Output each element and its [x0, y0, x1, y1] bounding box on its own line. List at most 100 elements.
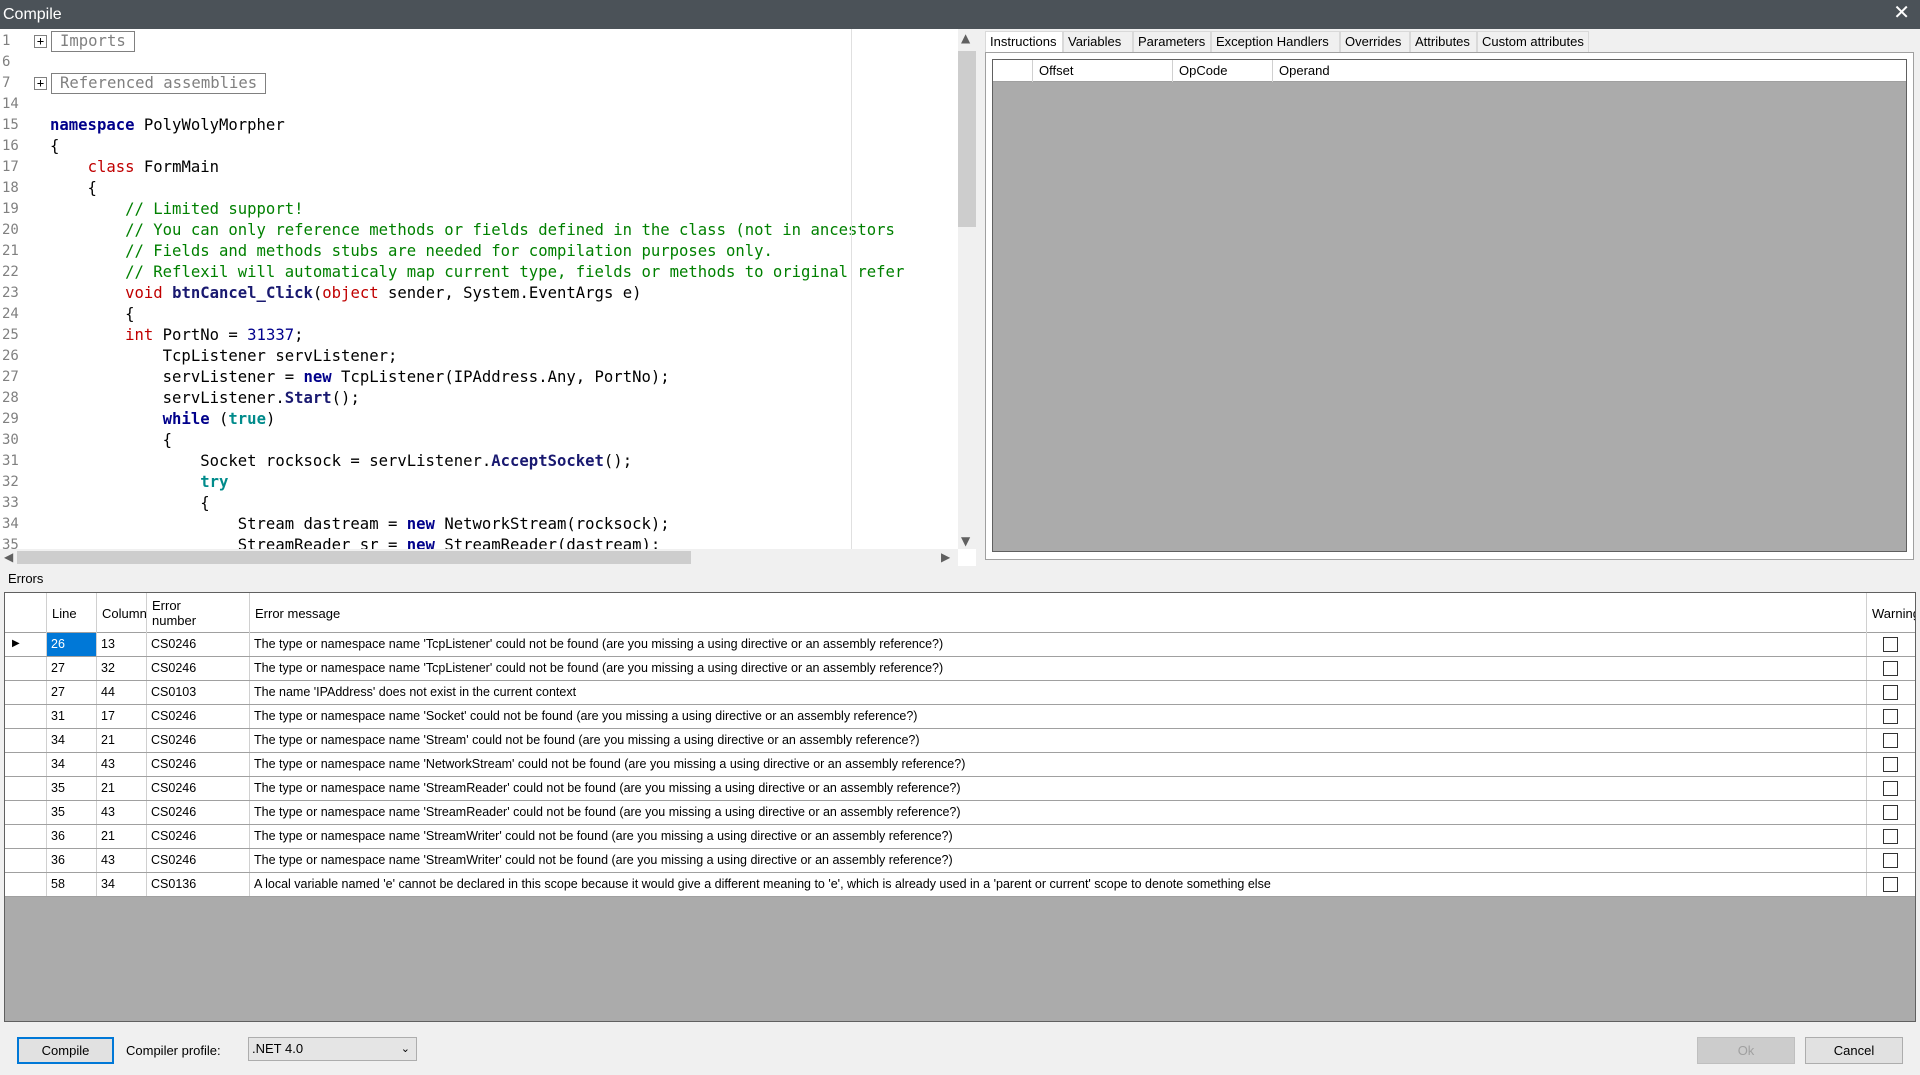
error-line-cell[interactable]: 36 [47, 849, 97, 872]
error-message-cell[interactable]: The type or namespace name 'NetworkStrea… [250, 753, 1867, 776]
code-line[interactable]: { [50, 304, 134, 325]
warning-checkbox[interactable] [1883, 805, 1898, 820]
error-row-header[interactable] [5, 801, 47, 824]
errors-column-line[interactable]: Line [47, 593, 97, 633]
warning-checkbox[interactable] [1883, 853, 1898, 868]
code-line[interactable]: { [50, 178, 97, 199]
error-number-cell[interactable]: CS0246 [147, 705, 250, 728]
error-line-cell[interactable]: 27 [47, 657, 97, 680]
error-row-header[interactable] [5, 825, 47, 848]
code-line[interactable]: // Reflexil will automaticaly map curren… [50, 262, 904, 283]
fold-expand-icon[interactable]: + [34, 35, 47, 48]
error-number-cell[interactable]: CS0246 [147, 777, 250, 800]
scroll-left-arrow-icon[interactable]: ◀ [4, 550, 13, 564]
error-row[interactable]: 31 17 CS0246 The type or namespace name 'So… [5, 705, 1915, 729]
error-column-cell[interactable]: 43 [97, 801, 147, 824]
error-row[interactable]: 35 43 CS0246 The type or namespace name 'St… [5, 801, 1915, 825]
tab-parameters[interactable]: Parameters [1133, 31, 1211, 53]
error-message-cell[interactable]: A local variable named 'e' cannot be dec… [250, 873, 1867, 896]
error-message-cell[interactable]: The type or namespace name 'StreamReader… [250, 777, 1867, 800]
tab-variables[interactable]: Variables [1063, 31, 1133, 53]
error-line-cell[interactable]: 27 [47, 681, 97, 704]
cancel-button[interactable]: Cancel [1805, 1037, 1903, 1064]
errors-column-message[interactable]: Error message [250, 593, 1867, 633]
error-row[interactable]: ▶ 26 13 CS0246 The type or namespace name 'T… [5, 633, 1915, 657]
code-line[interactable]: Socket rocksock = servListener.AcceptSoc… [50, 451, 632, 472]
error-message-cell[interactable]: The type or namespace name 'Socket' coul… [250, 705, 1867, 728]
error-column-cell[interactable]: 44 [97, 681, 147, 704]
error-message-cell[interactable]: The type or namespace name 'StreamWriter… [250, 849, 1867, 872]
error-row[interactable]: 27 32 CS0246 The type or namespace name 'Tc… [5, 657, 1915, 681]
close-button[interactable]: ✕ [1893, 0, 1910, 27]
warning-checkbox[interactable] [1883, 733, 1898, 748]
error-row[interactable]: 27 44 CS0103 The name 'IPAddress' does not … [5, 681, 1915, 705]
tab-attributes[interactable]: Attributes [1410, 31, 1477, 53]
error-number-cell[interactable]: CS0246 [147, 825, 250, 848]
code-line[interactable]: { [50, 493, 209, 514]
code-line[interactable]: Stream dastream = new NetworkStream(rock… [50, 514, 670, 535]
error-column-cell[interactable]: 21 [97, 729, 147, 752]
error-row-header[interactable] [5, 777, 47, 800]
code-line[interactable]: servListener = new TcpListener(IPAddress… [50, 367, 670, 388]
warning-checkbox[interactable] [1883, 637, 1898, 652]
error-number-cell[interactable]: CS0246 [147, 753, 250, 776]
code-line[interactable]: { [50, 136, 59, 157]
code-line[interactable]: // You can only reference methods or fie… [50, 220, 895, 241]
code-line[interactable]: try [50, 472, 228, 493]
error-row-header[interactable] [5, 753, 47, 776]
warning-checkbox[interactable] [1883, 877, 1898, 892]
code-line[interactable]: void btnCancel_Click(object sender, Syst… [50, 283, 641, 304]
errors-column-column[interactable]: Column [97, 593, 147, 633]
error-column-cell[interactable]: 21 [97, 777, 147, 800]
code-editor[interactable]: 1 6 7 14 15 16 17 18 19 20 21 22 23 24 25 26 27 28 29 30 31 3… [0, 29, 976, 566]
error-row-header[interactable] [5, 633, 47, 656]
error-number-cell[interactable]: CS0136 [147, 873, 250, 896]
error-message-cell[interactable]: The type or namespace name 'TcpListener'… [250, 657, 1867, 680]
error-message-cell[interactable]: The type or namespace name 'StreamReader… [250, 801, 1867, 824]
error-column-cell[interactable]: 43 [97, 849, 147, 872]
error-column-cell[interactable]: 32 [97, 657, 147, 680]
warning-checkbox[interactable] [1883, 685, 1898, 700]
scroll-up-arrow-icon[interactable]: ▲ [961, 31, 970, 45]
error-number-cell[interactable]: CS0246 [147, 801, 250, 824]
error-line-cell[interactable]: 35 [47, 801, 97, 824]
il-column-operand[interactable]: Operand [1273, 60, 1906, 82]
fold-expand-icon[interactable]: + [34, 77, 47, 90]
error-column-cell[interactable]: 21 [97, 825, 147, 848]
error-row[interactable]: 34 43 CS0246 The type or namespace name 'Ne… [5, 753, 1915, 777]
error-message-cell[interactable]: The name 'IPAddress' does not exist in t… [250, 681, 1867, 704]
tab-custom-attributes[interactable]: Custom attributes [1477, 31, 1589, 53]
error-column-cell[interactable]: 43 [97, 753, 147, 776]
code-line[interactable]: { [50, 430, 172, 451]
error-row-header[interactable] [5, 681, 47, 704]
error-message-cell[interactable]: The type or namespace name 'TcpListener'… [250, 633, 1867, 656]
editor-vertical-scroll-thumb[interactable] [958, 51, 976, 227]
error-line-cell[interactable]: 31 [47, 705, 97, 728]
tab-overrides[interactable]: Overrides [1340, 31, 1410, 53]
il-column-offset[interactable]: Offset [1033, 60, 1173, 82]
error-line-cell[interactable]: 35 [47, 777, 97, 800]
error-row-header[interactable] [5, 705, 47, 728]
code-line[interactable]: // Limited support! [50, 199, 303, 220]
error-line-cell[interactable]: 26 [47, 633, 97, 656]
error-message-cell[interactable]: The type or namespace name 'Stream' coul… [250, 729, 1867, 752]
tab-instructions[interactable]: Instructions [985, 31, 1063, 54]
tab-exception-handlers[interactable]: Exception Handlers [1211, 31, 1340, 53]
code-line[interactable]: // Fields and methods stubs are needed f… [50, 241, 773, 262]
error-number-cell[interactable]: CS0246 [147, 849, 250, 872]
error-number-cell[interactable]: CS0246 [147, 633, 250, 656]
error-number-cell[interactable]: CS0103 [147, 681, 250, 704]
error-column-cell[interactable]: 17 [97, 705, 147, 728]
error-row-header[interactable] [5, 849, 47, 872]
error-row-header[interactable] [5, 657, 47, 680]
warning-checkbox[interactable] [1883, 829, 1898, 844]
errors-column-warning[interactable]: Warning [1867, 593, 1915, 633]
scroll-down-arrow-icon[interactable]: ▼ [961, 534, 970, 548]
errors-column-number[interactable]: Error number [147, 593, 250, 633]
error-line-cell[interactable]: 34 [47, 729, 97, 752]
error-line-cell[interactable]: 58 [47, 873, 97, 896]
warning-checkbox[interactable] [1883, 757, 1898, 772]
compile-button[interactable]: Compile [17, 1037, 114, 1064]
warning-checkbox[interactable] [1883, 661, 1898, 676]
error-number-cell[interactable]: CS0246 [147, 729, 250, 752]
